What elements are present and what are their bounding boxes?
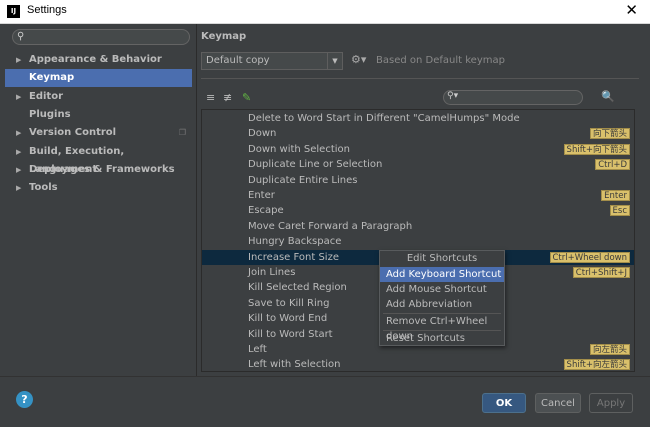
sidebar-item[interactable]: ▶ Languages & Frameworks xyxy=(5,161,192,179)
action-name: Down xyxy=(248,128,277,140)
gear-icon[interactable]: ⚙▾ xyxy=(351,53,366,66)
sidebar-item[interactable]: ▶ Build, Execution, Deployment xyxy=(5,143,192,175)
action-name: Save to Kill Ring xyxy=(248,297,330,309)
action-name: Delete to Word Start in Different "Camel… xyxy=(248,113,520,124)
action-row[interactable]: Delete to Word Start in Different "Camel… xyxy=(202,111,634,126)
action-name: Down with Selection xyxy=(248,143,350,155)
shortcut-badge: Shift+向下箭头 xyxy=(563,143,630,155)
shortcut-badge: Ctrl+Wheel down xyxy=(549,251,630,263)
action-row[interactable]: Down with Selection Shift+向下箭头 xyxy=(202,142,634,157)
project-settings-icon: ❐ xyxy=(178,128,186,138)
context-menu-item[interactable]: Add Abbreviation xyxy=(380,297,504,312)
action-name: Hungry Backspace xyxy=(248,236,342,248)
context-menu-item[interactable]: Add Mouse Shortcut xyxy=(380,282,504,297)
action-row[interactable]: Down 向下箭头 xyxy=(202,126,634,141)
expand-arrow-icon[interactable]: ▶ xyxy=(16,51,21,69)
action-name: Move Caret Forward a Paragraph xyxy=(248,220,413,232)
window-title: Settings xyxy=(27,4,67,16)
settings-sidebar: ⚲ ▶ Appearance & Behavior Keymap ▶ Editor Plu… xyxy=(5,24,197,374)
title-bar: IJ Settings ✕ xyxy=(0,0,650,24)
page-title: Keymap xyxy=(201,31,247,42)
edit-pencil-icon[interactable]: ✎ xyxy=(242,91,251,104)
action-name: Increase Font Size xyxy=(248,251,339,263)
shortcut-badge: 向下箭头 xyxy=(589,128,630,140)
context-menu-item[interactable]: Remove Ctrl+Wheel down xyxy=(380,314,504,342)
keymap-scheme-select[interactable]: Default copy ▼ xyxy=(201,52,343,70)
action-row[interactable]: Hungry Backspace xyxy=(202,234,634,249)
action-row[interactable]: Duplicate Entire Lines xyxy=(202,173,634,188)
action-name: Duplicate Entire Lines xyxy=(248,174,358,186)
expand-arrow-icon[interactable]: ▶ xyxy=(16,143,21,161)
sidebar-item-label: Plugins xyxy=(29,108,71,120)
action-name: Duplicate Line or Selection xyxy=(248,159,383,171)
based-on-label: Based on Default keymap xyxy=(376,55,505,66)
expand-all-icon[interactable]: ≡ xyxy=(206,91,215,104)
ok-button[interactable]: OK xyxy=(482,393,526,413)
edit-shortcuts-context-menu: Edit Shortcuts Add Keyboard Shortcut Add … xyxy=(379,250,505,346)
sidebar-item-label: Appearance & Behavior xyxy=(29,54,162,65)
action-row[interactable]: Enter Enter xyxy=(202,188,634,203)
action-row[interactable]: Move Caret Forward a Paragraph xyxy=(202,219,634,234)
sidebar-search-input[interactable]: ⚲ xyxy=(12,29,190,45)
sidebar-item[interactable]: Plugins xyxy=(5,106,192,124)
context-menu-header: Edit Shortcuts xyxy=(380,251,504,268)
section-divider xyxy=(201,78,639,79)
action-name: Left xyxy=(248,344,267,355)
sidebar-item[interactable]: Keymap xyxy=(5,69,192,88)
shortcut-badge: Ctrl+D xyxy=(595,159,630,171)
collapse-all-icon[interactable]: ≢ xyxy=(223,91,232,104)
sidebar-item[interactable]: ▶ Tools xyxy=(5,179,192,197)
search-icon: ⚲ xyxy=(17,31,25,42)
action-name: Kill to Word End xyxy=(248,313,328,325)
settings-window: IJ Settings ✕ ⚲ ▶ Appearance & Behavior Ke… xyxy=(0,0,650,427)
action-name: Join Lines xyxy=(248,267,296,278)
sidebar-item[interactable]: ▶ Editor xyxy=(5,88,192,106)
context-menu-item-label: Add Mouse Shortcut xyxy=(386,284,487,295)
expand-arrow-icon[interactable]: ▶ xyxy=(16,161,21,179)
shortcut-badge: Ctrl+Shift+J xyxy=(572,267,630,278)
app-logo-icon: IJ xyxy=(7,5,20,18)
sidebar-item-label: Version Control xyxy=(29,127,117,139)
action-name: Kill Selected Region xyxy=(248,282,347,294)
sidebar-item[interactable]: ▶ Appearance & Behavior xyxy=(5,51,192,69)
close-icon[interactable]: ✕ xyxy=(625,1,638,19)
shortcut-badge: Esc xyxy=(609,205,630,217)
sidebar-item-label: Tools xyxy=(29,182,58,194)
action-name: Kill to Word Start xyxy=(248,328,333,340)
sidebar-item-label: Keymap xyxy=(29,72,75,84)
context-menu-item-label: Add Abbreviation xyxy=(386,299,473,310)
shortcut-badge: 向左箭头 xyxy=(589,344,630,355)
context-menu-item-label: Add Keyboard Shortcut xyxy=(386,269,502,280)
action-name: Left with Selection xyxy=(248,359,341,371)
find-by-shortcut-icon[interactable]: 🔍 xyxy=(601,90,615,103)
expand-arrow-icon[interactable]: ▶ xyxy=(16,179,21,197)
context-menu-item-label: Reset Shortcuts xyxy=(386,333,465,344)
shortcut-badge: Shift+向左箭头 xyxy=(563,359,630,371)
cancel-button[interactable]: Cancel xyxy=(535,393,581,413)
chevron-down-icon[interactable]: ▼ xyxy=(327,53,342,69)
help-icon[interactable]: ? xyxy=(16,391,33,408)
action-row[interactable]: Left with Selection Shift+向左箭头 xyxy=(202,357,634,371)
action-row[interactable]: Escape Esc xyxy=(202,203,634,218)
context-menu-item[interactable]: Reset Shortcuts xyxy=(380,331,504,346)
keymap-scheme-value: Default copy xyxy=(206,55,270,66)
context-menu-item[interactable]: Add Keyboard Shortcut xyxy=(380,267,504,282)
expand-arrow-icon[interactable]: ▶ xyxy=(16,124,21,142)
footer-divider xyxy=(0,376,650,377)
sidebar-item-label: Editor xyxy=(29,90,63,102)
action-name: Escape xyxy=(248,205,284,217)
shortcut-badge: Enter xyxy=(601,190,630,201)
action-name: Enter xyxy=(248,190,275,201)
sidebar-item[interactable]: ▶ Version Control ❐ xyxy=(5,124,192,142)
action-search-input[interactable]: ⚲▾ xyxy=(443,90,583,105)
sidebar-item-label: Languages & Frameworks xyxy=(29,163,175,175)
search-icon: ⚲▾ xyxy=(447,91,459,101)
action-row[interactable]: Duplicate Line or Selection Ctrl+D xyxy=(202,157,634,172)
apply-button[interactable]: Apply xyxy=(589,393,633,413)
expand-arrow-icon[interactable]: ▶ xyxy=(16,88,21,106)
